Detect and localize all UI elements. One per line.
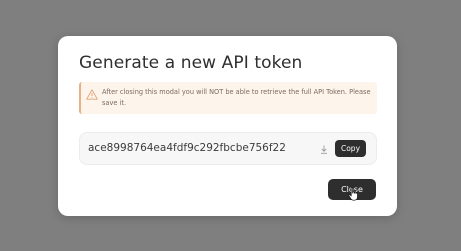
warning-triangle-icon: [86, 89, 98, 100]
warning-message: After closing this modal you will NOT be…: [102, 88, 371, 107]
token-field: ace8998764ea4fdf9c292fbcbe756f22 Copy: [79, 132, 377, 165]
close-button[interactable]: Close: [328, 179, 376, 200]
api-token-value[interactable]: ace8998764ea4fdf9c292fbcbe756f22: [88, 142, 286, 154]
download-icon[interactable]: [320, 145, 328, 154]
warning-banner: After closing this modal you will NOT be…: [79, 82, 377, 114]
api-token-modal: Generate a new API token After closing t…: [58, 36, 397, 216]
copy-button[interactable]: Copy: [335, 140, 366, 157]
modal-title: Generate a new API token: [79, 53, 303, 73]
